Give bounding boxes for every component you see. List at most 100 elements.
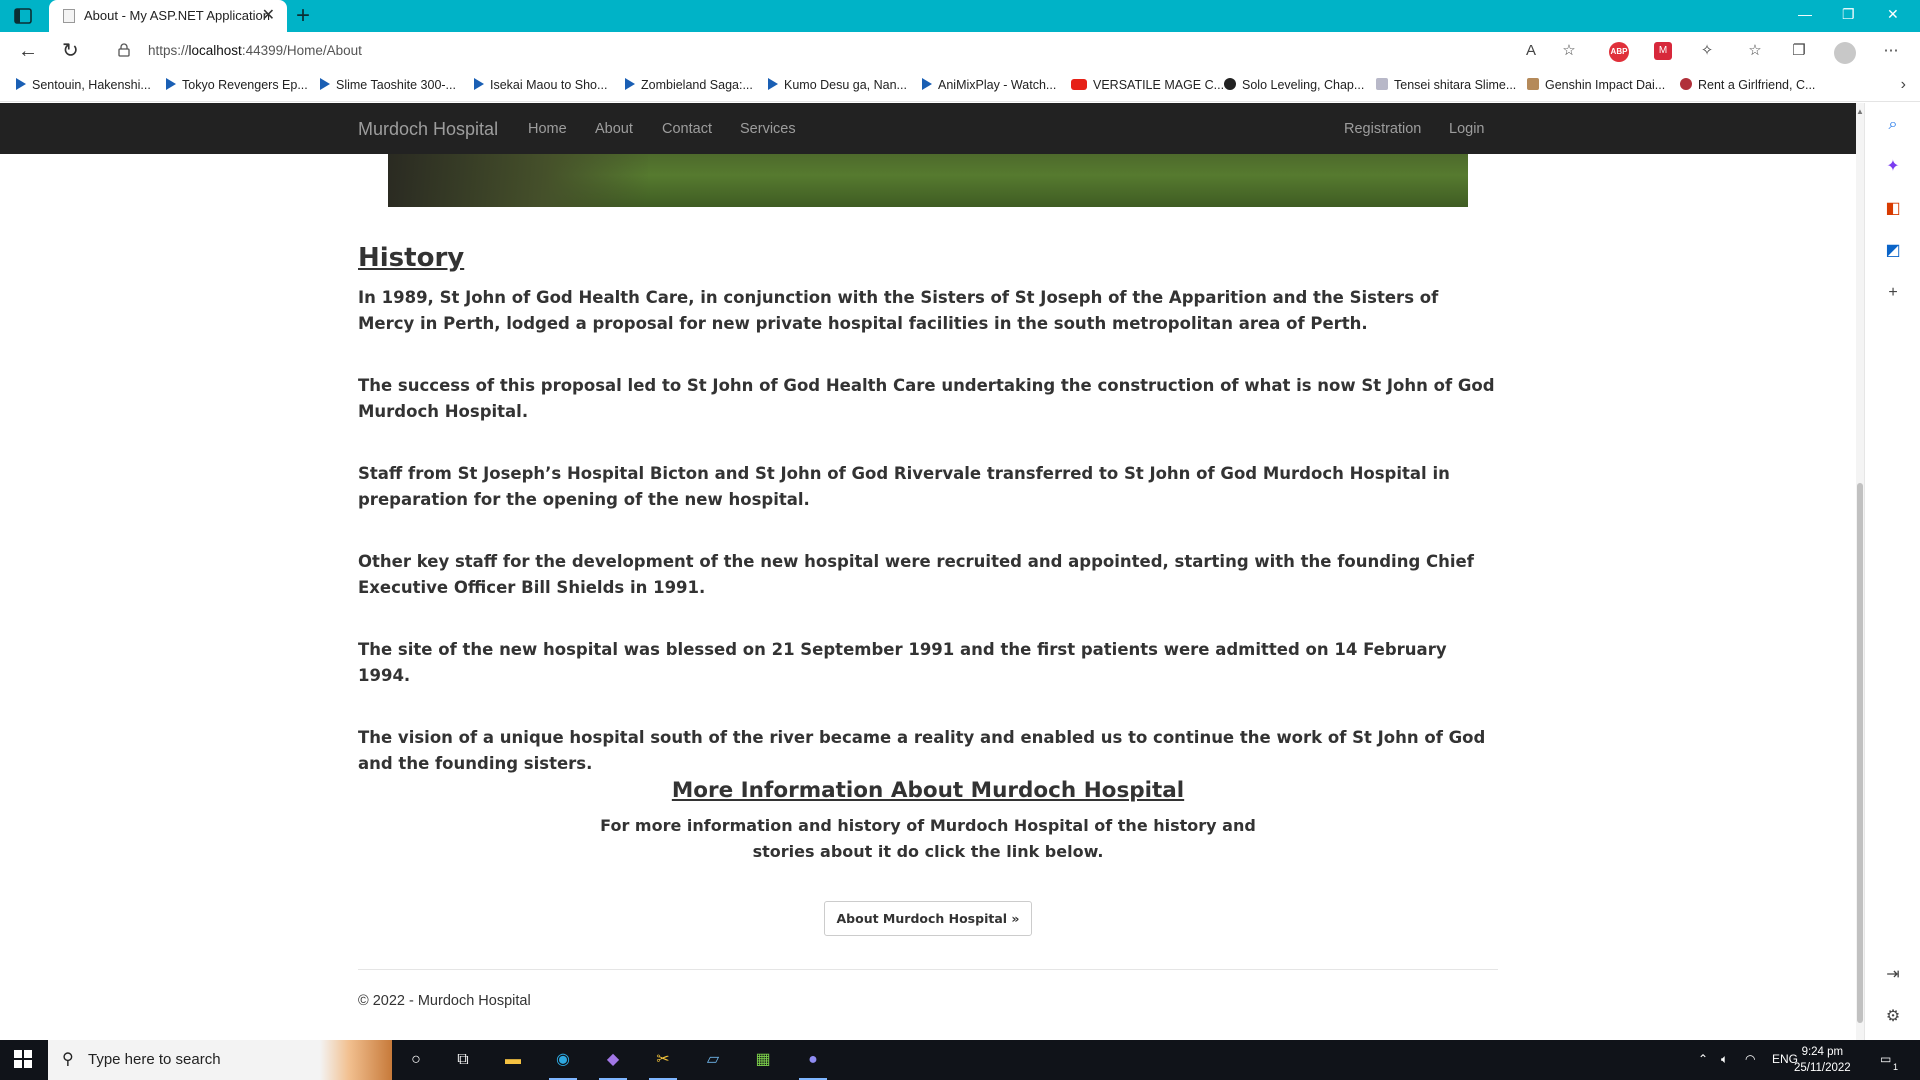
nav-link-registration[interactable]: Registration <box>1344 121 1421 137</box>
bookmark-item[interactable]: Solo Leveling, Chap... <box>1224 78 1364 92</box>
new-tab-button[interactable]: + <box>296 2 310 30</box>
tab-title: About - My ASP.NET Application <box>84 8 270 23</box>
bookmark-item[interactable]: Tensei shitara Slime... <box>1376 78 1516 92</box>
cortana-icon[interactable]: ○ <box>404 1048 428 1072</box>
nav-link-about[interactable]: About <box>595 121 633 137</box>
bookmark-play-icon <box>625 78 635 90</box>
nav-link-login[interactable]: Login <box>1449 121 1484 137</box>
url-field[interactable]: https://localhost:44399/Home/About <box>108 37 1568 65</box>
favorites-list-icon[interactable]: ☆ <box>1744 40 1766 62</box>
adblock-extension-icon[interactable]: ABP <box>1609 42 1629 62</box>
bookmark-play-icon <box>166 78 176 90</box>
page-scrollbar[interactable]: ▲ <box>1856 103 1864 1040</box>
bookmark-play-icon <box>768 78 778 90</box>
edge-browser-icon[interactable]: ◉ <box>549 1048 577 1080</box>
bookmark-play-icon <box>320 78 330 90</box>
more-info-section: More Information About Murdoch Hospital … <box>358 778 1498 936</box>
page-favicon-icon <box>63 9 75 23</box>
tray-overflow-chevron-icon[interactable]: ⌃ <box>1698 1052 1708 1066</box>
nav-link-services[interactable]: Services <box>740 121 796 137</box>
bookmark-item[interactable]: Tokyo Revengers Ep... <box>166 78 308 92</box>
bookmark-site-icon <box>1376 78 1388 90</box>
chevron-right-icon[interactable]: › <box>1901 76 1906 94</box>
more-info-heading: More Information About Murdoch Hospital <box>671 778 1185 803</box>
bookmark-item[interactable]: Kumo Desu ga, Nan... <box>768 78 907 92</box>
bookmark-item[interactable]: Isekai Maou to Sho... <box>474 78 607 92</box>
search-icon[interactable]: ⌕ <box>1883 115 1903 135</box>
restore-button[interactable]: ❐ <box>1842 6 1855 23</box>
clock-time: 9:24 pm <box>1801 1046 1844 1058</box>
bookmark-item[interactable]: Rent a Girlfriend, C... <box>1680 78 1815 92</box>
search-icon: ⚲ <box>62 1051 74 1068</box>
network-icon[interactable]: ◠ <box>1745 1052 1755 1066</box>
discover-icon[interactable]: ✦ <box>1883 157 1903 177</box>
notification-count-badge: 1 <box>1893 1062 1899 1072</box>
footer-divider <box>358 969 1498 970</box>
history-paragraph: The site of the new hospital was blessed… <box>358 640 1447 685</box>
windows-taskbar: ⚲ Type here to search ○ ⧉ ▬ ◉ ◆ ✂ ▱ ▦ ● … <box>0 1040 1920 1080</box>
history-paragraph: The success of this proposal led to St J… <box>358 376 1495 421</box>
extension-red-icon[interactable]: M <box>1654 42 1672 60</box>
taskbar-search-placeholder: Type here to search <box>88 1051 221 1068</box>
notification-center-icon[interactable]: ▭ <box>1880 1052 1891 1066</box>
nav-link-home[interactable]: Home <box>528 121 567 137</box>
clock-date: 25/11/2022 <box>1794 1062 1851 1074</box>
address-bar: ← ↻ https://localhost:44399/Home/About A… <box>0 32 1920 70</box>
favorite-star-icon[interactable]: ☆ <box>1558 40 1580 62</box>
spreadsheet-app-icon[interactable]: ▦ <box>751 1048 775 1072</box>
file-explorer-icon[interactable]: ▬ <box>501 1048 525 1072</box>
bookmark-item[interactable]: AniMixPlay - Watch... <box>922 78 1056 92</box>
tab-strip: About - My ASP.NET Application ✕ + — ❐ ✕ <box>0 0 1920 32</box>
bookmark-site-icon <box>1224 78 1236 90</box>
page-viewport: Murdoch Hospital Home About Contact Serv… <box>0 103 1856 1040</box>
lock-icon[interactable] <box>118 43 130 57</box>
bookmark-site-icon <box>1680 78 1692 90</box>
taskbar-search-box[interactable]: ⚲ Type here to search <box>48 1040 392 1080</box>
bookmark-item[interactable]: Genshin Impact Dai... <box>1527 78 1665 92</box>
add-sidebar-app-icon[interactable]: + <box>1883 283 1903 303</box>
taskbar-clock[interactable]: 9:24 pm 25/11/2022 <box>1794 1044 1851 1076</box>
scrollbar-thumb[interactable] <box>1857 483 1863 1023</box>
url-text: https://localhost:44399/Home/About <box>148 43 362 58</box>
site-brand-link[interactable]: Murdoch Hospital <box>358 119 498 140</box>
office-icon[interactable]: ◧ <box>1883 199 1903 219</box>
outlook-icon[interactable]: ◩ <box>1883 241 1903 261</box>
minimize-button[interactable]: — <box>1798 6 1812 22</box>
bookmarks-bar: Sentouin, Hakenshi... Tokyo Revengers Ep… <box>0 70 1920 102</box>
refresh-icon[interactable]: ↻ <box>62 39 79 63</box>
history-paragraph: The vision of a unique hospital south of… <box>358 728 1486 773</box>
tab-close-icon[interactable]: ✕ <box>262 5 275 25</box>
volume-icon[interactable]: 🔈︎ <box>1721 1052 1728 1067</box>
windows-start-icon[interactable] <box>14 1050 32 1068</box>
history-paragraph: Other key staff for the development of t… <box>358 552 1474 597</box>
discord-icon[interactable]: ● <box>799 1048 827 1080</box>
visual-studio-icon[interactable]: ◆ <box>599 1048 627 1080</box>
bookmark-item[interactable]: Zombieland Saga:... <box>625 78 753 92</box>
footer-copyright: © 2022 - Murdoch Hospital <box>358 993 531 1009</box>
extensions-puzzle-icon[interactable]: ✧ <box>1696 40 1718 62</box>
snipping-tool-icon[interactable]: ✂ <box>649 1048 677 1080</box>
browser-tab-active[interactable]: About - My ASP.NET Application ✕ <box>49 0 287 32</box>
bookmark-item[interactable]: Sentouin, Hakenshi... <box>16 78 151 92</box>
back-arrow-icon[interactable]: ← <box>18 39 38 63</box>
bookmark-site-icon <box>1527 78 1539 90</box>
bookmark-item[interactable]: Slime Taoshite 300-... <box>320 78 456 92</box>
more-menu-icon[interactable]: ⋯ <box>1880 40 1902 62</box>
edge-sidebar: ⌕ ✦ ◧ ◩ + ⇥ ⚙ <box>1864 103 1920 1040</box>
read-aloud-icon[interactable]: A <box>1520 40 1542 62</box>
close-window-button[interactable]: ✕ <box>1887 6 1899 23</box>
hide-sidebar-icon[interactable]: ⇥ <box>1883 965 1903 985</box>
hospital-hero-image <box>388 154 1468 207</box>
more-info-text: For more information and history of Murd… <box>600 816 1256 861</box>
bookmark-item[interactable]: VERSATILE MAGE C... <box>1071 78 1224 92</box>
tab-actions-icon[interactable] <box>14 8 32 24</box>
scroll-up-arrow-icon[interactable]: ▲ <box>1856 107 1864 116</box>
about-murdoch-hospital-button[interactable]: About Murdoch Hospital » <box>823 901 1033 936</box>
task-view-icon[interactable]: ⧉ <box>451 1048 475 1072</box>
nav-link-contact[interactable]: Contact <box>662 121 712 137</box>
collections-icon[interactable]: ❐ <box>1788 40 1810 62</box>
profile-avatar-icon[interactable] <box>1834 42 1856 64</box>
settings-gear-icon[interactable]: ⚙ <box>1883 1007 1903 1027</box>
bookmark-play-icon <box>922 78 932 90</box>
notepad-icon[interactable]: ▱ <box>701 1048 725 1072</box>
